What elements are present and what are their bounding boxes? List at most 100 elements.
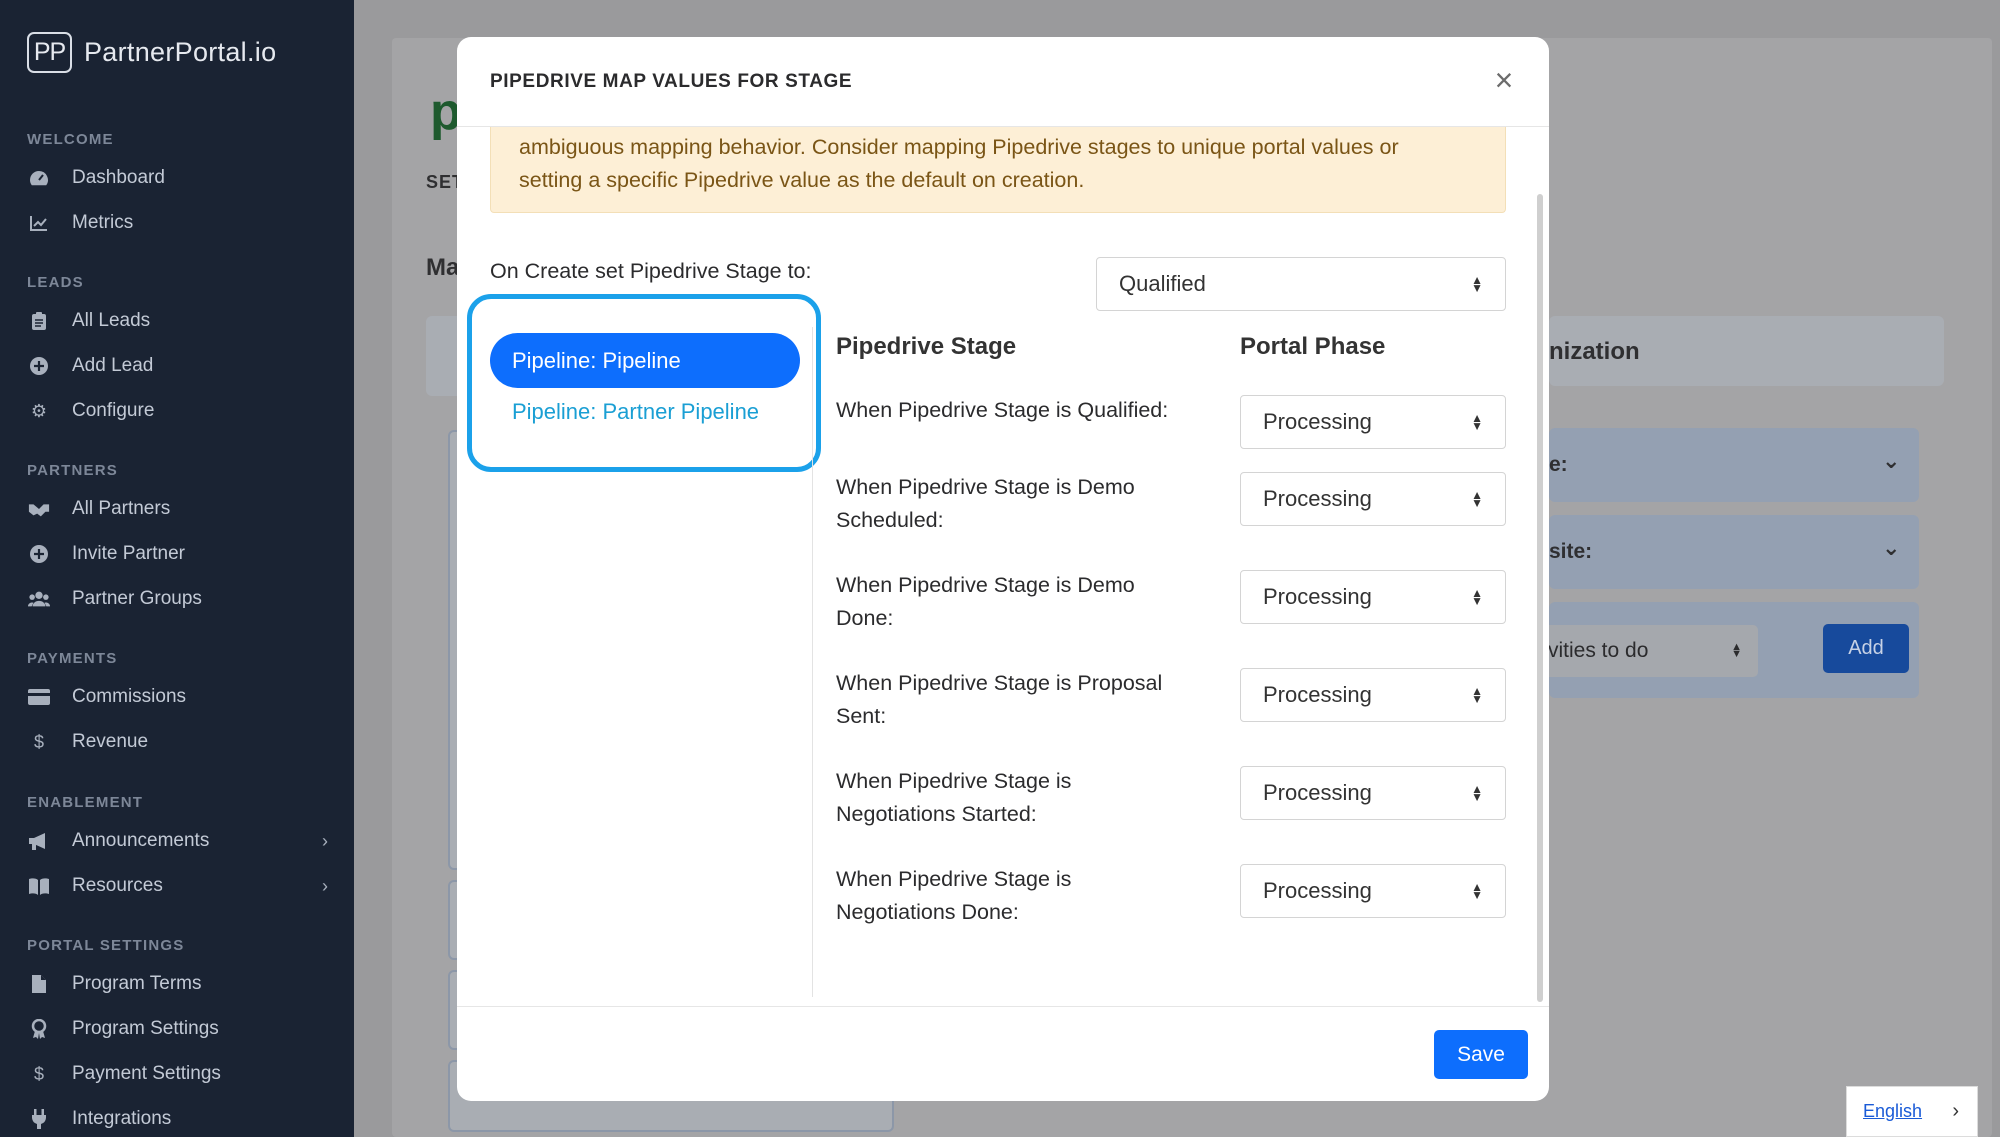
stage-row-label: When Pipedrive Stage is Demo Done: (836, 569, 1216, 634)
bg-accordion-label: site: (1549, 540, 1593, 563)
modal-footer-divider (457, 1006, 1549, 1007)
tab-pipeline-partner-pipeline[interactable]: Pipeline: Partner Pipeline (512, 399, 759, 425)
portal-phase-select[interactable]: Processing ▲ ▼ (1240, 668, 1506, 722)
caret-icon: ▲ ▼ (1471, 684, 1483, 706)
stage-row-label-line: When Pipedrive Stage is Proposal (836, 671, 1163, 695)
section-portal-settings: PORTAL SETTINGS (27, 937, 185, 954)
sidebar-item-configure[interactable]: ⚙ Configure (28, 391, 328, 431)
stage-row-label-line: Negotiations Done: (836, 899, 1019, 924)
chevron-right-icon[interactable]: › (322, 876, 328, 897)
close-icon[interactable]: × (1489, 64, 1519, 96)
credit-card-icon (28, 686, 50, 708)
sidebar-item-label: Payment Settings (72, 1063, 221, 1084)
sidebar-item-revenue[interactable]: $ Revenue (28, 722, 328, 762)
sidebar-item-label: Integrations (72, 1108, 172, 1129)
sidebar-item-dashboard[interactable]: Dashboard (28, 158, 328, 198)
dollar-icon: $ (33, 731, 44, 752)
select-value: Processing (1263, 584, 1372, 609)
caret-icon: ▲ ▼ (1471, 488, 1483, 510)
sidebar-item-label: Metrics (72, 212, 134, 233)
caret-icon: ▲ ▼ (1471, 586, 1483, 608)
stage-row-label-line: Scheduled: (836, 507, 944, 532)
sidebar-item-commissions[interactable]: Commissions (28, 677, 328, 717)
bg-select[interactable]: vities to do ▲ ▼ (1540, 625, 1758, 677)
section-enablement: ENABLEMENT (27, 794, 144, 811)
stage-row-label-line: When Pipedrive Stage is Demo (836, 573, 1135, 597)
modal-scrollbar[interactable] (1537, 194, 1543, 1002)
select-value: Processing (1263, 682, 1372, 707)
brand-logo: PP (27, 32, 72, 73)
stage-row-label: When Pipedrive Stage is Qualified: (836, 394, 1216, 427)
on-create-stage-select[interactable]: Qualified ▲ ▼ (1096, 257, 1506, 311)
award-icon (28, 1018, 50, 1040)
users-icon (28, 588, 50, 610)
language-link[interactable]: English (1863, 1101, 1922, 1122)
caret-icon: ▲ ▼ (1471, 782, 1483, 804)
sidebar-item-program-terms[interactable]: Program Terms (28, 964, 328, 1004)
portal-phase-select[interactable]: Processing ▲ ▼ (1240, 395, 1506, 449)
portal-phase-select[interactable]: Processing ▲ ▼ (1240, 864, 1506, 918)
sidebar-item-label: Dashboard (72, 167, 165, 188)
stage-row-label-line: When Pipedrive Stage is Qualified: (836, 398, 1169, 422)
stage-row-label: When Pipedrive Stage is Proposal Sent: (836, 667, 1216, 732)
portal-phase-select[interactable]: Processing ▲ ▼ (1240, 472, 1506, 526)
sidebar-item-label: Resources (72, 875, 163, 896)
sidebar-item-label: Configure (72, 400, 155, 421)
sidebar-item-label: Revenue (72, 731, 149, 752)
bg-accordion[interactable] (1549, 515, 1919, 589)
book-icon (28, 875, 50, 897)
dollar-icon: $ (33, 1063, 44, 1084)
sidebar-item-all-partners[interactable]: All Partners (28, 489, 328, 529)
warning-text-line: setting a specific Pipedrive value as th… (519, 168, 1085, 192)
brand[interactable]: PP PartnerPortal.io (27, 32, 276, 73)
caret-icon: ▲ ▼ (1471, 273, 1483, 295)
select-value: Processing (1263, 486, 1372, 511)
chevron-right-icon[interactable]: › (1952, 1100, 1959, 1123)
clipboard-icon (28, 310, 50, 332)
portal-phase-select[interactable]: Processing ▲ ▼ (1240, 766, 1506, 820)
language-selector[interactable]: English › (1846, 1086, 1978, 1137)
map-values-modal: PIPEDRIVE MAP VALUES FOR STAGE × ambiguo… (457, 37, 1549, 1101)
sidebar-item-resources[interactable]: Resources › (28, 866, 328, 906)
on-create-label: On Create set Pipedrive Stage to: (490, 259, 812, 283)
sidebar-item-payment-settings[interactable]: $ Payment Settings (28, 1054, 328, 1094)
bg-accordion[interactable] (1549, 428, 1919, 502)
section-payments: PAYMENTS (27, 650, 118, 667)
section-partners: PARTNERS (27, 462, 118, 479)
handshake-icon (28, 498, 50, 520)
stage-row-label: When Pipedrive Stage is Negotiations Sta… (836, 765, 1216, 830)
tab-pipeline-pipeline[interactable]: Pipeline: Pipeline (490, 333, 800, 388)
stage-row-label-line: Sent: (836, 703, 887, 728)
sidebar-item-program-settings[interactable]: Program Settings (28, 1009, 328, 1049)
chevron-right-icon[interactable]: › (322, 831, 328, 852)
chevron-down-icon[interactable]: ⌄ (1882, 448, 1900, 474)
sidebar-item-announcements[interactable]: Announcements › (28, 821, 328, 861)
sidebar-item-label: Announcements (72, 830, 210, 851)
sidebar-item-label: Partner Groups (72, 588, 202, 609)
sidebar: PP PartnerPortal.io WELCOME Dashboard Me… (0, 0, 354, 1137)
file-icon (28, 973, 50, 995)
sidebar-item-all-leads[interactable]: All Leads (28, 301, 328, 341)
sidebar-item-label: Program Terms (72, 973, 202, 994)
plug-icon (28, 1108, 50, 1130)
portal-phase-select[interactable]: Processing ▲ ▼ (1240, 570, 1506, 624)
sidebar-item-partner-groups[interactable]: Partner Groups (28, 579, 328, 619)
select-value: Processing (1263, 780, 1372, 805)
sidebar-item-integrations[interactable]: Integrations (28, 1099, 328, 1137)
select-value: Processing (1263, 409, 1372, 434)
chevron-down-icon[interactable]: ⌄ (1882, 535, 1900, 561)
sidebar-item-add-lead[interactable]: Add Lead (28, 346, 328, 386)
section-leads: LEADS (27, 274, 84, 291)
caret-icon: ▲ ▼ (1471, 880, 1483, 902)
save-button[interactable]: Save (1434, 1030, 1528, 1079)
plus-circle-icon (28, 355, 50, 377)
bg-add-button[interactable]: Add (1823, 624, 1909, 673)
sidebar-item-metrics[interactable]: Metrics (28, 203, 328, 243)
sidebar-item-invite-partner[interactable]: Invite Partner (28, 534, 328, 574)
gear-icon: ⚙ (30, 400, 48, 421)
sidebar-item-label: All Leads (72, 310, 151, 331)
modal-header: PIPEDRIVE MAP VALUES FOR STAGE × (457, 37, 1549, 127)
stage-row-label-line: When Pipedrive Stage is (836, 769, 1072, 793)
caret-icon: ▲ ▼ (1731, 641, 1742, 660)
column-header-phase: Portal Phase (1240, 333, 1386, 360)
